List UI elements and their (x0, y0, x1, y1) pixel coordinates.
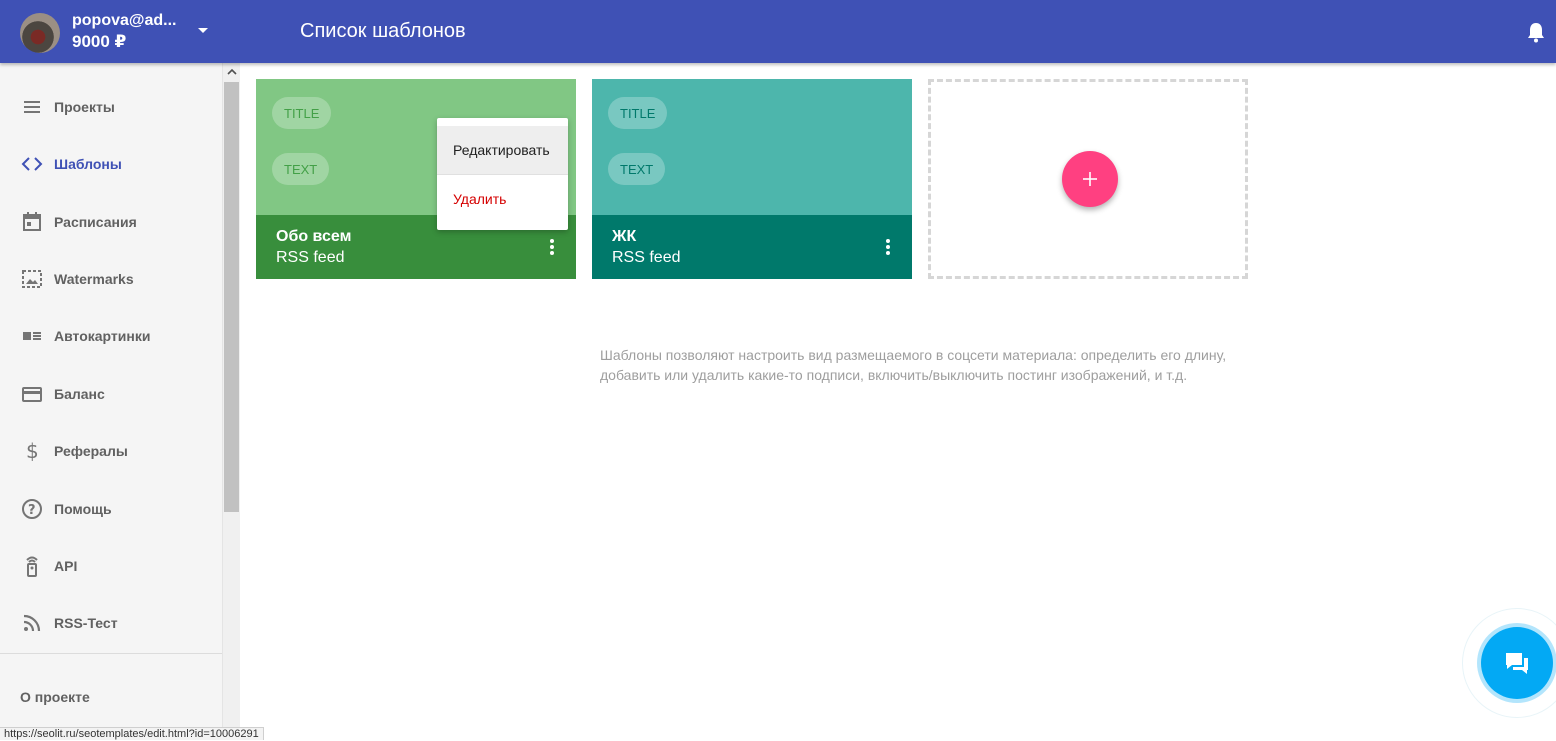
sidebar-item-watermarks[interactable]: Watermarks (0, 259, 222, 299)
sidebar-item-label: Watermarks (54, 271, 134, 287)
sidebar-item-api[interactable]: API (0, 546, 222, 586)
sidebar-item-label: Баланс (54, 386, 105, 402)
menu-item-delete[interactable]: Удалить (437, 175, 568, 223)
chevron-up-icon[interactable] (223, 63, 240, 81)
text-chip: TEXT (272, 153, 330, 185)
chat-icon (1506, 653, 1528, 674)
page-title: Список шаблонов (300, 20, 466, 42)
image-list-icon (20, 324, 44, 348)
text-chip: TEXT (608, 153, 666, 185)
svg-text:?: ? (28, 503, 36, 518)
sidebar-item-label: Расписания (54, 214, 137, 230)
sidebar-item-referrals[interactable]: $ Рефералы (0, 431, 222, 471)
code-icon (20, 152, 44, 176)
template-source: RSS feed (276, 249, 345, 266)
sidebar-item-templates[interactable]: Шаблоны (0, 144, 222, 184)
template-name: Обо всем (276, 228, 352, 245)
user-avatar[interactable] (20, 13, 60, 53)
templates-description: Шаблоны позволяют настроить вид размещае… (600, 347, 1227, 383)
sidebar-scrollbar[interactable] (222, 63, 240, 740)
user-email[interactable]: popova@ad... (72, 12, 177, 30)
status-bar-url: https://seolit.ru/seotemplates/edit.html… (0, 727, 264, 740)
chat-button[interactable] (1481, 627, 1553, 699)
sidebar-item-label: Проекты (54, 99, 115, 115)
image-frame-icon (20, 267, 44, 291)
sidebar-item-help[interactable]: ? Помощь (0, 489, 222, 529)
sidebar-item-label: Рефералы (54, 443, 128, 459)
title-chip: TITLE (272, 97, 332, 129)
sidebar-item-label: Шаблоны (54, 156, 122, 172)
more-vert-icon[interactable] (879, 235, 897, 259)
plus-icon (1083, 172, 1097, 186)
rss-icon (20, 611, 44, 635)
template-context-menu: Редактировать Удалить (437, 118, 568, 230)
template-card[interactable]: TITLE TEXT ЖК RSS feed (592, 79, 912, 279)
sidebar-divider (0, 653, 222, 654)
sidebar-item-label: Автокартинки (54, 328, 151, 344)
svg-text:$: $ (26, 440, 39, 462)
template-source: RSS feed (612, 249, 681, 266)
dollar-icon: $ (20, 439, 44, 463)
sidebar-item-schedules[interactable]: Расписания (0, 202, 222, 242)
title-chip: TITLE (608, 97, 668, 129)
scrollbar-thumb[interactable] (224, 82, 239, 512)
menu-item-edit[interactable]: Редактировать (437, 126, 568, 174)
template-name: ЖК (612, 228, 637, 245)
sidebar-item-label: API (54, 558, 78, 574)
sidebar-item-projects[interactable]: Проекты (0, 87, 222, 127)
add-template-button[interactable] (1062, 151, 1118, 207)
chevron-down-icon[interactable] (197, 22, 209, 45)
more-vert-icon[interactable] (543, 235, 561, 259)
sidebar-item-label: RSS-Тест (54, 615, 118, 631)
remote-icon (20, 554, 44, 578)
sidebar-item-rss-test[interactable]: RSS-Тест (0, 603, 222, 643)
template-footer (592, 215, 912, 279)
sidebar-item-label: Помощь (54, 501, 112, 517)
credit-card-icon (20, 382, 44, 406)
sidebar-item-balance[interactable]: Баланс (0, 374, 222, 414)
top-app-bar: popova@ad... 9000 ₽ Список шаблонов (0, 0, 1556, 63)
help-circle-icon: ? (20, 497, 44, 521)
calendar-icon (20, 210, 44, 234)
sidebar: Проекты Шаблоны Расписания Watermarks Ав… (0, 63, 222, 740)
sidebar-item-about[interactable]: О проекте (20, 689, 90, 705)
add-template-card[interactable] (928, 79, 1248, 279)
bell-icon[interactable] (1526, 21, 1546, 48)
sidebar-item-autoimages[interactable]: Автокартинки (0, 316, 222, 356)
user-balance: 9000 ₽ (72, 32, 127, 51)
list-icon (20, 95, 44, 119)
